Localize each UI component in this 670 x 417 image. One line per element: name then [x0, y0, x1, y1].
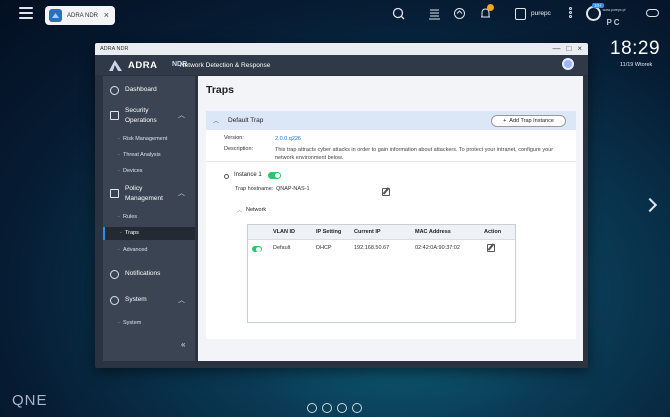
chevron-up-icon: ︿ [178, 297, 185, 304]
watermark-url: www.purepc.pl [602, 8, 626, 12]
column-header: Action [484, 229, 502, 235]
plus-icon: + [503, 118, 507, 124]
add-trap-instance-button[interactable]: + Add Trap Instance [491, 115, 566, 127]
trap-card-title: Default Trap [228, 117, 264, 124]
dock-tools-icon[interactable] [352, 403, 362, 413]
app-tab[interactable]: ADRA NDR × [45, 6, 115, 25]
window-title: ADRA NDR [100, 46, 129, 52]
adra-app-icon [49, 9, 62, 22]
maximize-button[interactable]: □ [566, 44, 571, 54]
app-window: ADRA NDR — □ × ADRA NDR Network Detectio… [95, 43, 588, 368]
dock-settings-icon[interactable] [307, 403, 317, 413]
window-titlebar[interactable]: ADRA NDR — □ × [95, 43, 588, 55]
network-label: Network [246, 207, 267, 213]
network-table: VLAN ID IP Setting Current IP MAC Addres… [247, 224, 516, 323]
sidebar-item-label: Dashboard [125, 86, 157, 93]
dock-monitor-icon[interactable] [337, 403, 347, 413]
hostname-value: QNAP-NAS-1 [276, 186, 310, 192]
cloud-icon[interactable] [646, 9, 659, 17]
column-header: Current IP [354, 229, 381, 235]
ip-setting-cell: DHCP [316, 245, 332, 251]
qne-logo: QNE [12, 392, 48, 409]
version-value: 2.0.0.q226 [275, 136, 301, 142]
instance-label: Instance 1 [234, 172, 262, 178]
mac-address-cell: 02:42:0A:90:37:02 [415, 245, 460, 251]
tab-close-icon[interactable]: × [104, 10, 109, 20]
sidebar-item-risk-management[interactable]: Risk Management [103, 133, 195, 146]
sidebar-item-label: System [125, 296, 147, 303]
sync-icon[interactable] [452, 7, 466, 21]
clock-date: 11/19 Wtorek [620, 62, 653, 68]
description-value: This trap attracts cyber attacks in orde… [275, 147, 554, 161]
bottom-dock [307, 403, 362, 413]
column-header: VLAN ID [273, 229, 295, 235]
gear-icon [110, 296, 119, 305]
current-ip-cell: 192.168.50.67 [354, 245, 390, 251]
chevron-up-icon: ︿ [178, 112, 185, 119]
clock-time: 18:29 [610, 38, 661, 59]
sidebar-item-devices[interactable]: Devices [103, 165, 195, 178]
app-header: ADRA NDR Network Detection & Response [95, 55, 588, 75]
sidebar-item-rules[interactable]: Rules [103, 211, 195, 224]
main-content: Traps ︿ Default Trap + Add Trap Instance… [198, 76, 583, 361]
edit-network-icon[interactable] [487, 244, 495, 252]
policy-icon [110, 189, 119, 198]
sidebar-item-label: Notifications [125, 270, 161, 277]
instance-status-icon [224, 174, 229, 179]
next-page-arrow-icon[interactable] [642, 197, 658, 213]
chevron-up-icon[interactable]: ︿ [237, 207, 242, 214]
chevron-up-icon: ︿ [178, 190, 185, 197]
table-header: VLAN ID IP Setting Current IP MAC Addres… [248, 225, 515, 240]
vlan-id-cell: Default [273, 245, 291, 251]
collapse-sidebar-icon[interactable]: « [181, 340, 185, 349]
description-label: Description: [224, 146, 254, 152]
watermark-logo: www.purepc.pl PC [596, 8, 632, 42]
app-brand: ADRA [128, 60, 158, 71]
dock-apps-icon[interactable] [322, 403, 332, 413]
minimize-button[interactable]: — [552, 44, 560, 54]
vlan-toggle[interactable] [252, 246, 262, 252]
sidebar-item-advanced[interactable]: Advanced [103, 244, 195, 257]
version-label: Version: [224, 135, 244, 141]
column-header: IP Setting [316, 229, 342, 235]
trap-card: ︿ Default Trap + Add Trap Instance Versi… [206, 111, 576, 339]
adra-logo-icon [109, 60, 122, 71]
sidebar-item-threat-analysis[interactable]: Threat Analysis [103, 149, 195, 162]
app-title: Network Detection & Response [180, 62, 271, 69]
more-options-icon[interactable] [569, 7, 573, 19]
app-tab-label: ADRA NDR [67, 12, 99, 19]
column-header: MAC Address [415, 229, 451, 235]
user-avatar-icon[interactable] [515, 8, 526, 20]
sidebar-item-system-sub[interactable]: System [103, 317, 195, 330]
bell-icon [110, 270, 119, 279]
edit-hostname-icon[interactable] [382, 188, 390, 196]
notification-badge [487, 4, 494, 11]
add-trap-instance-label: Add Trap Instance [509, 118, 554, 124]
notification-bell-icon[interactable] [478, 4, 494, 21]
trap-card-header[interactable]: ︿ Default Trap + Add Trap Instance [206, 111, 576, 130]
main-menu-icon[interactable] [19, 7, 33, 19]
chevron-up-icon[interactable]: ︿ [213, 116, 219, 125]
user-name[interactable]: purepc [531, 10, 551, 17]
divider [206, 161, 576, 162]
search-icon[interactable] [391, 7, 405, 21]
task-list-icon[interactable] [427, 7, 441, 21]
dashboard-icon [110, 86, 119, 95]
instance-toggle[interactable] [268, 172, 281, 179]
page-title: Traps [206, 84, 235, 96]
taskbar: ADRA NDR × purepc 10+ www.purepc.pl PC [0, 0, 670, 30]
app-settings-icon[interactable] [562, 58, 574, 70]
sidebar-item-label: Security Operations [125, 107, 157, 124]
sidebar-item-label: Policy Management [125, 185, 163, 202]
watermark-text: PC [606, 18, 622, 27]
sidebar: Dashboard Security Operations ︿ Risk Man… [103, 76, 195, 361]
hostname-label: Trap hostname: [235, 186, 274, 192]
sidebar-item-traps[interactable]: Traps [103, 227, 195, 240]
close-button[interactable]: × [577, 44, 582, 54]
chart-icon [110, 111, 119, 120]
